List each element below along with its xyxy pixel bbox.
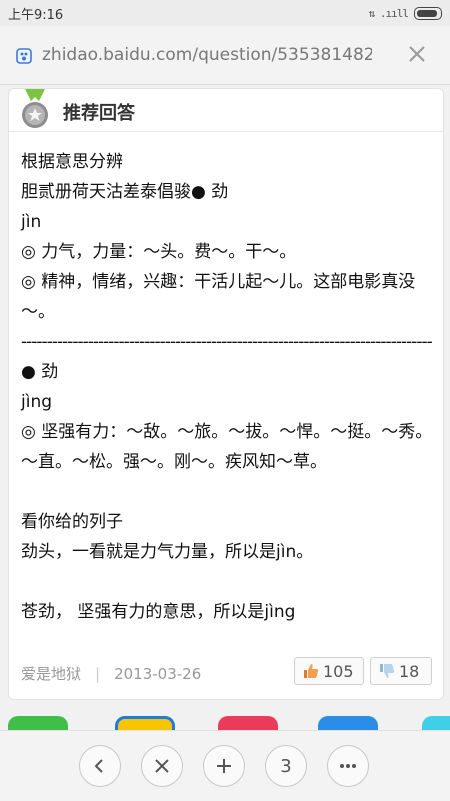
card-title: 推荐回答 bbox=[63, 103, 135, 124]
battery-icon bbox=[414, 6, 442, 20]
answer-line: ◎ 精神，情绪，兴趣：干活儿起～儿。这部电影真没～。 bbox=[21, 272, 416, 322]
answer-line: ● 劲 bbox=[21, 362, 59, 382]
tabs-button[interactable]: 3 bbox=[265, 745, 307, 787]
site-favicon-icon bbox=[16, 48, 32, 64]
app-icon[interactable] bbox=[318, 716, 378, 730]
chevron-left-icon bbox=[94, 759, 103, 773]
thumbs-up-icon bbox=[304, 664, 319, 678]
browser-toolbar: 3 bbox=[0, 730, 450, 801]
answer-line: jìn bbox=[21, 212, 42, 232]
close-icon bbox=[155, 759, 169, 773]
like-count: 105 bbox=[323, 661, 354, 681]
app-icon[interactable] bbox=[422, 716, 450, 730]
app-icon[interactable] bbox=[218, 716, 278, 730]
back-button[interactable] bbox=[79, 745, 121, 787]
thumbs-down-icon bbox=[380, 664, 395, 678]
card-header: 推荐回答 bbox=[9, 89, 443, 132]
author-name[interactable]: 爱是地狱 bbox=[21, 663, 81, 684]
recommended-answer-card: 推荐回答 根据意思分辨 胆贰册荷天沽差泰倡骏● 劲 jìn ◎ 力气，力量：～头… bbox=[8, 88, 444, 700]
dislike-button[interactable]: 18 bbox=[370, 657, 432, 685]
app-shortcuts-strip bbox=[0, 712, 450, 730]
close-page-button[interactable] bbox=[141, 745, 183, 787]
answer-meta: 爱是地狱 | 2013-03-26 bbox=[21, 663, 201, 684]
like-button[interactable]: 105 bbox=[294, 657, 364, 685]
status-bar: 上午9:16 ⇅ .ııll bbox=[0, 0, 450, 26]
browser-address-bar[interactable]: zhidao.baidu.com/question/535381482.html… bbox=[0, 26, 450, 85]
divider-line: ----------------------------------------… bbox=[21, 332, 433, 352]
answer-body: 根据意思分辨 胆贰册荷天沽差泰倡骏● 劲 jìn ◎ 力气，力量：～头。费～。干… bbox=[21, 147, 436, 627]
more-icon bbox=[340, 764, 356, 768]
answer-date: 2013-03-26 bbox=[114, 664, 202, 683]
plus-icon bbox=[217, 759, 231, 773]
answer-line: 胆贰册荷天沽差泰倡骏● 劲 bbox=[21, 182, 229, 202]
answer-line: ◎ 坚强有力：～敌。～旅。～拔。～悍。～挺。～秀。～直。～松。强～。刚～。疾风知… bbox=[21, 422, 433, 472]
url-text[interactable]: zhidao.baidu.com/question/535381482.html… bbox=[42, 45, 372, 65]
tab-count: 3 bbox=[280, 755, 292, 777]
answer-line: ◎ 力气，力量：～头。费～。干～。 bbox=[21, 242, 297, 262]
dislike-count: 18 bbox=[399, 661, 420, 681]
signal-icon: ⇅ .ııll bbox=[368, 6, 409, 20]
new-tab-button[interactable] bbox=[203, 745, 245, 787]
status-time: 上午9:16 bbox=[8, 8, 64, 23]
app-icon[interactable] bbox=[115, 716, 175, 730]
status-icons: ⇅ .ııll bbox=[369, 5, 442, 21]
answer-line: 看你给的列子 bbox=[21, 512, 123, 532]
medal-icon bbox=[22, 89, 48, 128]
meta-separator: | bbox=[95, 664, 101, 683]
answer-line: 根据意思分辨 bbox=[21, 152, 123, 172]
answer-line: jìng bbox=[21, 392, 53, 412]
app-icon[interactable] bbox=[8, 716, 68, 730]
answer-line: 苍劲， 坚强有力的意思，所以是jìng bbox=[21, 602, 296, 622]
menu-button[interactable] bbox=[327, 745, 369, 787]
close-icon[interactable] bbox=[406, 43, 428, 65]
answer-line: 劲头，一看就是力气力量，所以是jìn。 bbox=[21, 542, 314, 562]
